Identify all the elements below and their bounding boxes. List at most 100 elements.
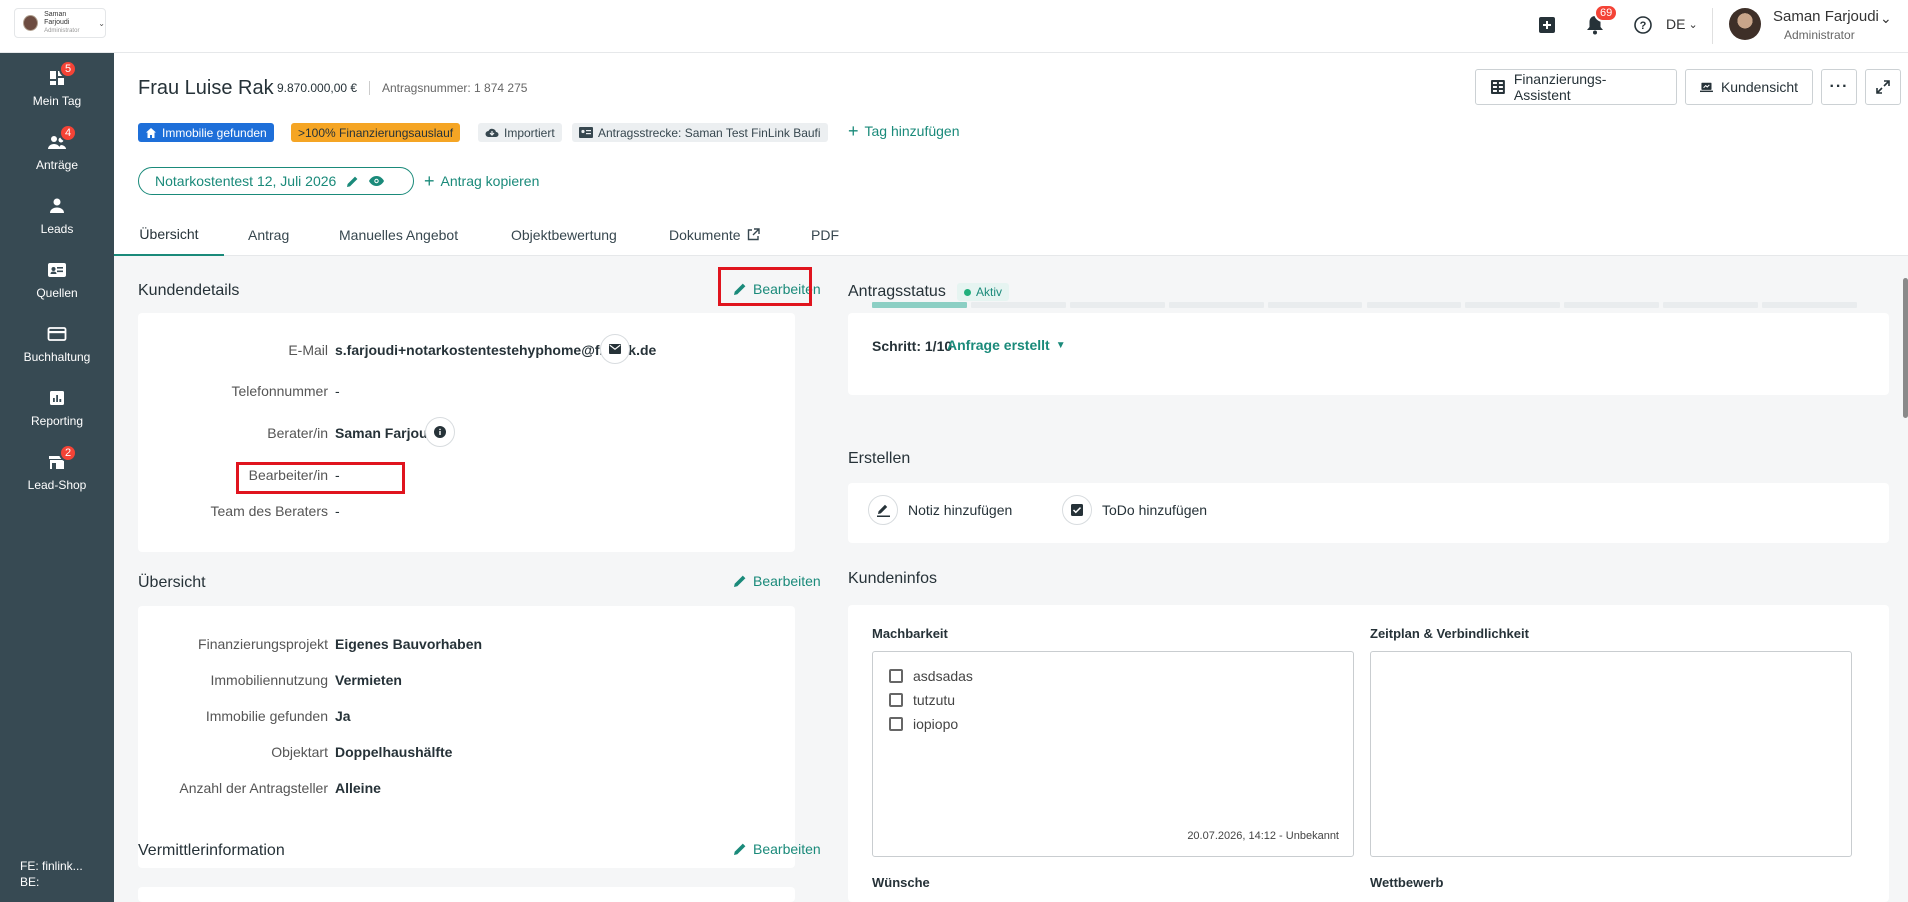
sidebar-item-antraege[interactable]: 4 Anträge xyxy=(0,124,114,184)
uebersicht-edit-button[interactable]: Bearbeiten xyxy=(733,573,821,589)
more-button[interactable]: ··· xyxy=(1821,69,1857,105)
add-todo-button[interactable]: ToDo hinzufügen xyxy=(1062,495,1207,525)
svg-text:?: ? xyxy=(1640,20,1647,32)
tab-uebersicht[interactable]: Übersicht xyxy=(114,213,224,256)
tab-manuelles-angebot[interactable]: Manuelles Angebot xyxy=(315,213,482,256)
people-icon: 4 xyxy=(47,124,78,152)
add-button[interactable] xyxy=(1535,13,1559,37)
add-note-button[interactable]: Notiz hinzufügen xyxy=(868,495,1012,525)
brand-text: Saman Farjoudi Administrator xyxy=(44,11,90,35)
row-label: Objektart xyxy=(271,744,328,760)
version-be: BE: xyxy=(20,875,40,889)
tab-pdf[interactable]: PDF xyxy=(787,213,863,256)
plus-icon: + xyxy=(424,171,435,191)
progress-step xyxy=(1168,302,1264,308)
plus-icon: + xyxy=(848,121,859,141)
tag-immobilie-gefunden[interactable]: Immobilie gefunden xyxy=(138,123,274,142)
phone-value: - xyxy=(335,383,340,399)
progress-step xyxy=(1069,302,1165,308)
sidebar-item-label: Anträge xyxy=(35,158,79,172)
copy-application-button[interactable]: + Antrag kopieren xyxy=(424,171,539,191)
plus-square-icon xyxy=(1539,17,1555,33)
erstellen-title: Erstellen xyxy=(848,450,911,467)
application-number: Antragsnummer: 1 874 275 xyxy=(382,81,528,95)
checklist-label: iopiopo xyxy=(913,716,959,732)
vermittler-card xyxy=(138,887,795,902)
checklist-item[interactable]: asdsadas xyxy=(889,668,973,684)
checkbox[interactable] xyxy=(889,693,903,707)
checkbox[interactable] xyxy=(889,669,903,683)
caret-down-icon: ▼ xyxy=(1055,339,1066,351)
tab-antrag[interactable]: Antrag xyxy=(224,213,313,256)
person-icon xyxy=(47,196,67,216)
checklist-item[interactable]: tutzutu xyxy=(889,692,955,708)
advisor-info-button[interactable] xyxy=(425,417,455,447)
language-selector[interactable]: DE ⌄ xyxy=(1666,16,1698,32)
application-selector[interactable]: Notarkostentest 12, Juli 2026 xyxy=(138,167,414,195)
customer-view-label: Kundensicht xyxy=(1720,79,1798,95)
vermittler-edit-button[interactable]: Bearbeiten xyxy=(733,841,821,857)
row-value: Doppelhaushälfte xyxy=(335,744,453,760)
last-edited: 20.07.2026, 14:12 - Unbekannt xyxy=(1187,830,1339,842)
progress-step xyxy=(1762,302,1857,308)
status-dot xyxy=(964,288,971,296)
chevron-down-icon: ⌄ xyxy=(1688,18,1698,31)
zeitplan-box[interactable] xyxy=(1370,651,1852,857)
progress-step xyxy=(1267,302,1363,308)
loan-amount: 9.870.000,00 € xyxy=(277,81,358,95)
row-value: Ja xyxy=(335,708,351,724)
sidebar-item-quellen[interactable]: Quellen xyxy=(0,260,114,312)
user-name[interactable]: Saman Farjoudi xyxy=(1773,8,1879,25)
customer-view-button[interactable]: Kundensicht xyxy=(1685,69,1813,105)
tab-objektbewertung[interactable]: Objektbewertung xyxy=(487,213,641,256)
add-tag-button[interactable]: + Tag hinzufügen xyxy=(848,121,959,141)
team-value: - xyxy=(335,503,340,519)
progress-step xyxy=(872,302,967,308)
id-card-icon xyxy=(47,260,67,280)
avatar[interactable] xyxy=(1729,8,1761,40)
edit-label: Bearbeiten xyxy=(753,573,821,589)
notifications-button[interactable]: 69 xyxy=(1583,4,1619,37)
version-info: FE: finlink... BE: xyxy=(0,858,114,890)
vermittler-title: Vermittlerinformation xyxy=(138,842,285,859)
progress-step xyxy=(1465,302,1561,308)
tab-bar: Übersicht Antrag Manuelles Angebot Objek… xyxy=(114,213,1908,256)
main-content: Frau Luise Rak 9.870.000,00 € Antragsnum… xyxy=(114,53,1908,902)
machbarkeit-label: Machbarkeit xyxy=(872,626,948,641)
help-icon: ? xyxy=(1634,16,1652,34)
erstellen-card: Notiz hinzufügen ToDo hinzufügen xyxy=(848,483,1889,543)
version-fe: FE: finlink... xyxy=(20,859,83,873)
antragsstatus-title: Antragsstatus xyxy=(848,283,946,300)
user-role: Administrator xyxy=(1784,28,1855,42)
machbarkeit-box[interactable]: asdsadas tutzutu iopiopo 20.07.2026, 14:… xyxy=(872,651,1354,857)
sidebar-item-mein-tag[interactable]: 5 Mein Tag xyxy=(0,60,114,120)
step-dropdown[interactable]: Anfrage erstellt ▼ xyxy=(947,337,1066,353)
brand-role: Administrator xyxy=(44,28,80,34)
financing-assistant-button[interactable]: Finanzierungs-Assistent xyxy=(1475,69,1677,105)
pencil-icon xyxy=(347,176,358,187)
language-label: DE xyxy=(1666,16,1686,32)
status-label: Aktiv xyxy=(976,285,1003,299)
zeitplan-label: Zeitplan & Verbindlichkeit xyxy=(1370,626,1529,641)
chevron-down-icon[interactable]: ⌄ xyxy=(1880,10,1892,27)
scrollbar[interactable] xyxy=(1903,278,1908,418)
checklist-item[interactable]: iopiopo xyxy=(889,716,958,732)
send-email-button[interactable] xyxy=(600,334,630,364)
tag-finanzierungsauslauf[interactable]: >100% Finanzierungsauslauf xyxy=(291,123,461,142)
fullscreen-button[interactable] xyxy=(1865,69,1901,105)
divider xyxy=(369,81,370,95)
checkbox[interactable] xyxy=(889,717,903,731)
info-icon xyxy=(434,426,446,438)
credit-card-icon xyxy=(47,324,67,344)
tab-dokumente[interactable]: Dokumente xyxy=(645,213,784,256)
help-button[interactable]: ? xyxy=(1631,13,1655,37)
checklist-label: tutzutu xyxy=(913,692,956,708)
application-name: Notarkostentest 12, Juli 2026 xyxy=(155,173,337,189)
tag-importiert[interactable]: Importiert xyxy=(478,123,562,142)
laptop-icon xyxy=(1700,82,1713,93)
tag-antragsstrecke[interactable]: Antragsstrecke: Saman Test FinLink Baufi xyxy=(572,123,828,142)
row-value: Vermieten xyxy=(335,672,402,688)
sidebar-item-leads[interactable]: Leads xyxy=(0,196,114,248)
account-switcher[interactable]: Saman Farjoudi Administrator ⌄ xyxy=(14,8,106,38)
tab-label: Dokumente xyxy=(669,226,741,243)
